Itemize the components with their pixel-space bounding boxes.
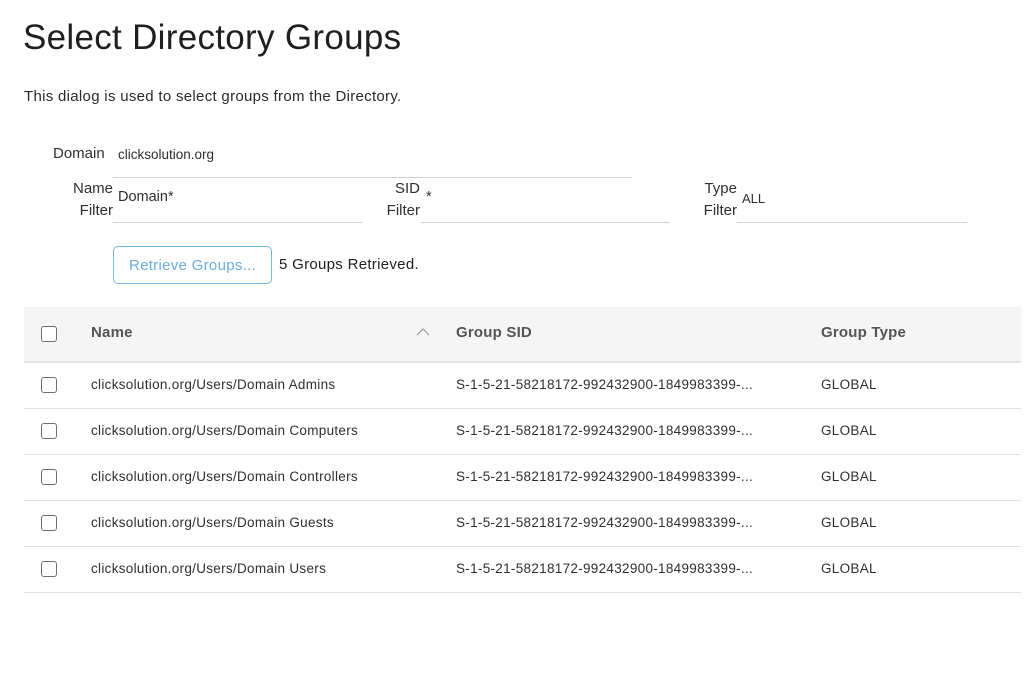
- row-type: GLOBAL: [821, 561, 877, 576]
- name-filter-label: Name Filter: [55, 178, 113, 222]
- column-header-group-sid[interactable]: Group SID: [456, 324, 532, 341]
- type-filter-field[interactable]: [737, 189, 972, 223]
- row-checkbox[interactable]: [41, 423, 57, 439]
- row-name: clicksolution.org/Users/Domain Computers: [91, 423, 359, 438]
- row-type: GLOBAL: [821, 377, 877, 392]
- row-name: clicksolution.org/Users/Domain Guests: [91, 515, 334, 530]
- page-title: Select Directory Groups: [23, 18, 402, 57]
- sid-filter-label: SID Filter: [368, 178, 420, 222]
- page-description: This dialog is used to select groups fro…: [24, 88, 402, 105]
- row-checkbox[interactable]: [41, 377, 57, 393]
- row-checkbox[interactable]: [41, 469, 57, 485]
- row-sid: S-1-5-21-58218172-992432900-1849983399-.…: [456, 515, 754, 530]
- sid-filter-label-line1: SID: [394, 180, 420, 197]
- retrieve-status: 5 Groups Retrieved.: [279, 256, 419, 273]
- type-filter-label-line1: Type: [704, 180, 737, 197]
- row-name: clicksolution.org/Users/Domain Users: [91, 561, 327, 576]
- groups-table: Name Group SID Group Type clicksolution.…: [24, 307, 1021, 593]
- row-type: GLOBAL: [821, 423, 877, 438]
- column-header-name[interactable]: Name: [91, 324, 133, 341]
- row-type: GLOBAL: [821, 469, 877, 484]
- table-row[interactable]: clicksolution.org/Users/Domain Computers…: [24, 409, 1021, 455]
- name-filter-label-line2: Filter: [79, 202, 113, 219]
- table-row[interactable]: clicksolution.org/Users/Domain Admins S-…: [24, 363, 1021, 409]
- row-name: clicksolution.org/Users/Domain Controlle…: [91, 469, 358, 484]
- row-name: clicksolution.org/Users/Domain Admins: [91, 377, 336, 392]
- table-header: Name Group SID Group Type: [24, 307, 1021, 363]
- type-filter-input[interactable]: [737, 191, 972, 206]
- sid-filter-label-line2: Filter: [386, 202, 420, 219]
- table-row[interactable]: clicksolution.org/Users/Domain Users S-1…: [24, 547, 1021, 593]
- sid-filter-input[interactable]: [421, 189, 675, 205]
- row-checkbox[interactable]: [41, 561, 57, 577]
- name-filter-input[interactable]: [113, 189, 367, 205]
- type-filter-label: Type Filter: [688, 178, 737, 222]
- select-all-checkbox[interactable]: [41, 326, 57, 342]
- domain-field[interactable]: [113, 145, 637, 178]
- row-sid: S-1-5-21-58218172-992432900-1849983399-.…: [456, 561, 754, 576]
- table-row[interactable]: clicksolution.org/Users/Domain Guests S-…: [24, 501, 1021, 547]
- column-header-group-type[interactable]: Group Type: [821, 324, 906, 341]
- row-sid: S-1-5-21-58218172-992432900-1849983399-.…: [456, 377, 754, 392]
- row-sid: S-1-5-21-58218172-992432900-1849983399-.…: [456, 469, 754, 484]
- retrieve-groups-button[interactable]: Retrieve Groups...: [113, 246, 272, 284]
- type-filter-label-line2: Filter: [703, 202, 737, 219]
- row-checkbox[interactable]: [41, 515, 57, 531]
- chevron-up-icon[interactable]: [416, 327, 430, 337]
- row-type: GLOBAL: [821, 515, 877, 530]
- table-row[interactable]: clicksolution.org/Users/Domain Controlle…: [24, 455, 1021, 501]
- name-filter-field[interactable]: [113, 189, 367, 223]
- row-sid: S-1-5-21-58218172-992432900-1849983399-.…: [456, 423, 754, 438]
- domain-label: Domain: [53, 145, 105, 162]
- name-filter-label-line1: Name: [72, 180, 113, 197]
- domain-input[interactable]: [113, 147, 637, 162]
- sid-filter-field[interactable]: [421, 189, 675, 223]
